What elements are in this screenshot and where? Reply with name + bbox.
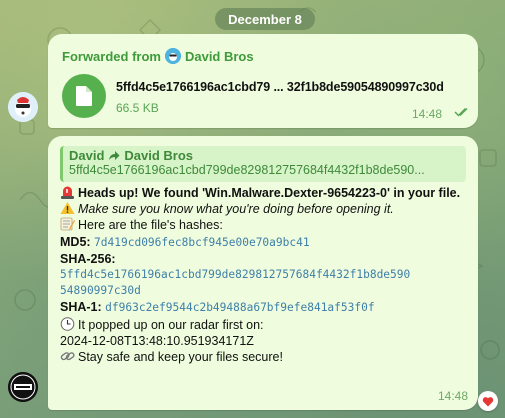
report-message-bubble[interactable]: David David Bros 5ffd4c5e1766196ac1cbd79… [48,136,478,410]
clock-icon [60,316,75,331]
message-time: 14:48 [438,389,469,403]
reply-preview-text: 5ffd4c5e1766196ac1cbd799de829812757684f4… [69,163,425,177]
first-seen-intro: It popped up on our radar first on: [78,317,264,332]
md5-line: MD5: 7d419cd096fec8bcf945e00e70a9bc41 [60,234,472,251]
message-time: 14:48 [412,107,443,121]
closing-text: Stay safe and keep your files secure! [78,350,283,365]
closing-line: Stay safe and keep your files secure! [60,349,472,365]
siren-icon [61,186,74,199]
reply-sender: David [69,148,105,163]
file-name[interactable]: 5ffd4c5e1766196ac1cbd79 ... 32f1b8de5905… [116,80,444,94]
sha1-value[interactable]: df963c2ef9544c2b49488a67bf9efe841af53f0f [105,301,374,314]
forwarded-avatar-icon [164,48,181,64]
sha1-label: SHA-1: [60,300,102,315]
warning-icon [60,202,75,215]
bot-avatar[interactable] [8,372,38,402]
sha256-label: SHA-256: [60,251,116,266]
file-icon [76,86,92,106]
sha1-line: SHA-1: df963c2ef9544c2b49488a67bf9efe841… [60,299,472,316]
warning-text: Make sure you know what you're doing bef… [78,202,394,217]
forward-arrow-icon [109,151,120,160]
report-text: Heads up! We found 'Win.Malware.Dexter-9… [60,185,472,365]
forwarded-label: Forwarded from [62,48,161,64]
file-size: 66.5 KB [116,101,159,115]
reaction-button[interactable] [478,391,498,411]
reply-forwarded-from: David Bros [124,148,194,163]
bot-avatar-icon [8,92,38,122]
warning-line: Make sure you know what you're doing bef… [60,201,472,217]
scanner-logo-icon [8,372,38,402]
forwarded-header[interactable]: Forwarded from David Bros [62,48,254,64]
date-separator: December 8 [215,8,315,30]
sha256-value-line2[interactable]: 54890997c30d [60,283,472,299]
hashes-intro-text: Here are the file's hashes: [78,218,223,233]
first-seen-line: It popped up on our radar first on: [60,316,472,333]
alert-text: Heads up! We found 'Win.Malware.Dexter-9… [78,186,461,200]
md5-value[interactable]: 7d419cd096fec8bcf945e00e70a9bc41 [94,236,310,249]
link-icon [60,352,75,361]
alert-line: Heads up! We found 'Win.Malware.Dexter-9… [60,185,472,201]
file-download-button[interactable] [62,74,106,118]
forwarded-from-name[interactable]: David Bros [185,49,254,64]
md5-label: MD5: [60,234,91,249]
sha256-value-line1[interactable]: 5ffd4c5e1766196ac1cbd799de829812757684f4… [60,267,472,283]
sender-avatar[interactable] [8,92,38,122]
double-check-icon [454,107,468,117]
first-seen-value: 2024-12-08T13:48:10.951934171Z [60,333,254,348]
hashes-intro-line: Here are the file's hashes: [60,217,472,233]
reply-preview[interactable]: David David Bros 5ffd4c5e1766196ac1cbd79… [60,146,466,182]
file-message-bubble[interactable]: Forwarded from David Bros 5ffd4c5e176619… [48,34,478,128]
memo-icon [60,218,75,231]
heart-icon [482,396,494,406]
